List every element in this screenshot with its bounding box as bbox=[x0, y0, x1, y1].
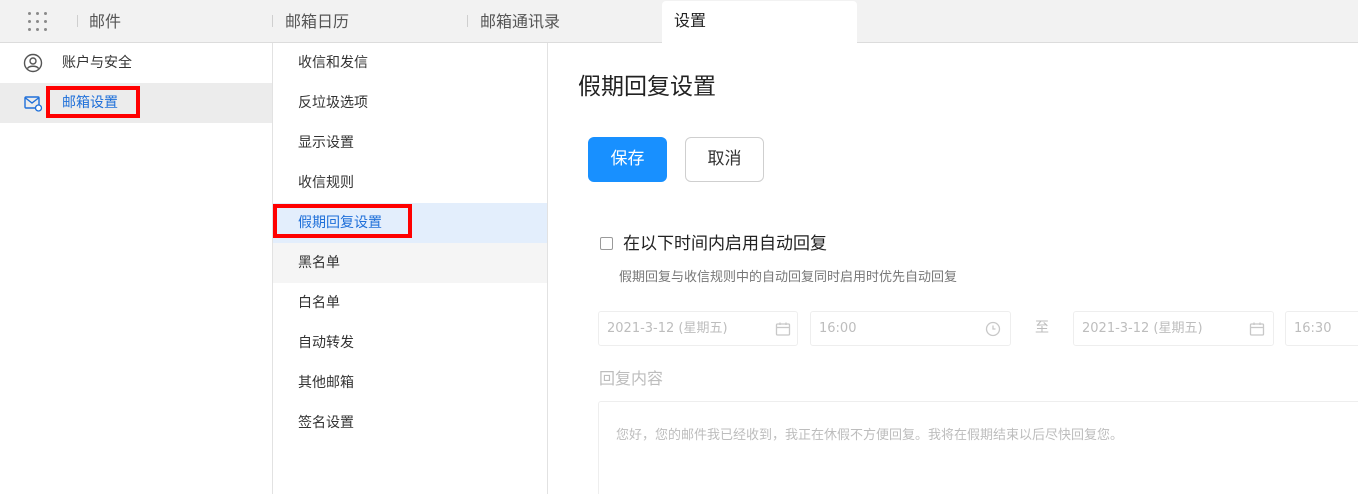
save-button[interactable]: 保存 bbox=[588, 137, 667, 182]
tab-divider bbox=[77, 15, 78, 27]
sidebar-item-label: 账户与安全 bbox=[62, 55, 132, 71]
end-date-field[interactable]: 2021-3-12 (星期五) bbox=[1073, 311, 1274, 346]
submenu-item-label: 黑名单 bbox=[298, 255, 340, 271]
submenu-item-send-receive[interactable]: 收信和发信 bbox=[273, 43, 547, 83]
end-time-value: 16:30 bbox=[1294, 321, 1332, 336]
start-time-field[interactable]: 16:00 bbox=[810, 311, 1011, 346]
tab-contacts[interactable]: 邮箱通讯录 bbox=[480, 0, 560, 43]
calendar-icon bbox=[1249, 322, 1265, 336]
submenu-item-label: 收信规则 bbox=[298, 175, 354, 191]
submenu-item-label: 白名单 bbox=[298, 295, 340, 311]
tab-mail[interactable]: 邮件 bbox=[89, 0, 121, 43]
start-date-value: 2021-3-12 (星期五) bbox=[607, 321, 728, 336]
submenu-item-label: 其他邮箱 bbox=[298, 375, 354, 391]
enable-auto-reply-label[interactable]: 在以下时间内启用自动回复 bbox=[623, 229, 827, 254]
vacation-reply-panel: 假期回复设置 保存 取消 在以下时间内启用自动回复 假期回复与收信规则中的自动回… bbox=[549, 43, 1358, 494]
submenu-item-label: 签名设置 bbox=[298, 415, 354, 431]
app-grid-icon[interactable] bbox=[28, 12, 48, 32]
highlight-box bbox=[273, 204, 412, 238]
submenu-item-blacklist[interactable]: 黑名单 bbox=[273, 243, 547, 283]
end-time-field[interactable]: 16:30 bbox=[1285, 311, 1358, 346]
tab-divider bbox=[467, 15, 468, 27]
submenu-item-anti-spam[interactable]: 反垃圾选项 bbox=[273, 83, 547, 123]
enable-auto-reply-checkbox[interactable] bbox=[600, 237, 613, 250]
submenu-item-label: 反垃圾选项 bbox=[298, 95, 368, 111]
reply-content-text: 您好，您的邮件我已经收到，我正在休假不方便回复。我将在假期结束以后尽快回复您。 bbox=[616, 428, 1124, 443]
calendar-icon bbox=[775, 322, 791, 336]
submenu-item-auto-forward[interactable]: 自动转发 bbox=[273, 323, 547, 363]
end-date-value: 2021-3-12 (星期五) bbox=[1082, 321, 1203, 336]
submenu-item-label: 收信和发信 bbox=[298, 55, 368, 71]
tab-divider bbox=[272, 15, 273, 27]
reply-content-textarea[interactable]: 您好，您的邮件我已经收到，我正在休假不方便回复。我将在假期结束以后尽快回复您。 bbox=[598, 401, 1358, 494]
reply-content-label: 回复内容 bbox=[599, 369, 664, 388]
submenu-item-whitelist[interactable]: 白名单 bbox=[273, 283, 547, 323]
auto-reply-hint: 假期回复与收信规则中的自动回复同时启用时优先自动回复 bbox=[619, 270, 958, 285]
submenu-item-signature[interactable]: 签名设置 bbox=[273, 403, 547, 443]
highlight-box bbox=[46, 86, 140, 118]
mail-settings-icon bbox=[24, 96, 43, 112]
tab-settings[interactable]: 设置 bbox=[662, 1, 857, 43]
submenu-item-receive-rules[interactable]: 收信规则 bbox=[273, 163, 547, 203]
submenu-item-other-mailbox[interactable]: 其他邮箱 bbox=[273, 363, 547, 403]
top-navigation-bar: 邮件 邮箱日历 邮箱通讯录 设置 bbox=[0, 0, 1358, 43]
submenu-item-label: 自动转发 bbox=[298, 335, 354, 351]
submenu-item-label: 显示设置 bbox=[298, 135, 354, 151]
submenu-item-display[interactable]: 显示设置 bbox=[273, 123, 547, 163]
page-title: 假期回复设置 bbox=[578, 74, 716, 100]
clock-icon bbox=[985, 321, 1001, 337]
start-time-value: 16:00 bbox=[819, 321, 857, 336]
user-circle-icon bbox=[23, 53, 43, 73]
start-date-field[interactable]: 2021-3-12 (星期五) bbox=[598, 311, 798, 346]
settings-submenu: 收信和发信 反垃圾选项 显示设置 收信规则 假期回复设置 黑名单 白名单 自动转… bbox=[272, 43, 548, 494]
cancel-button[interactable]: 取消 bbox=[685, 137, 764, 182]
date-range-separator: 至 bbox=[1035, 320, 1049, 336]
tab-calendar[interactable]: 邮箱日历 bbox=[285, 0, 349, 43]
sidebar-item-account-security[interactable]: 账户与安全 bbox=[0, 43, 272, 83]
